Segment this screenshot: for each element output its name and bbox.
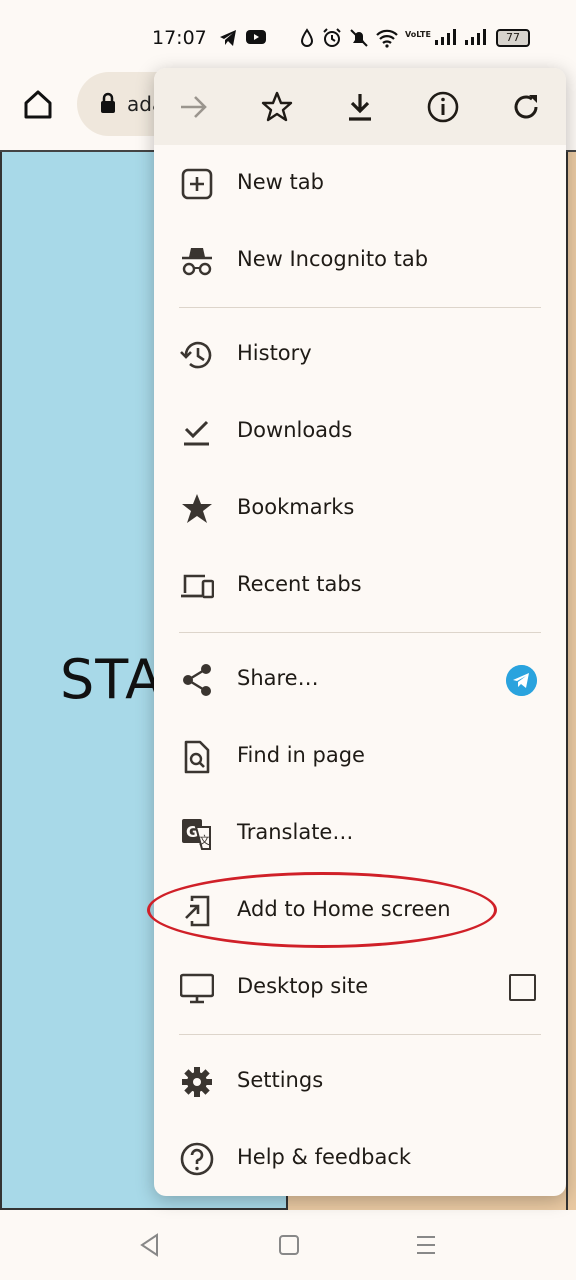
desktop-site-checkbox[interactable] bbox=[509, 974, 536, 1001]
menu-item-history[interactable]: History bbox=[154, 319, 566, 391]
menu-item-label: Settings bbox=[237, 1068, 324, 1092]
menu-item-translate[interactable]: G文 Translate… bbox=[154, 798, 566, 870]
page-heading-partial: STA bbox=[60, 648, 164, 711]
add-to-home-icon bbox=[185, 895, 210, 927]
menu-item-settings[interactable]: Settings bbox=[154, 1046, 566, 1118]
translate-icon: G文 bbox=[182, 819, 211, 850]
menu-item-help-feedback[interactable]: Help & feedback bbox=[154, 1123, 566, 1195]
menu-item-label: Desktop site bbox=[237, 974, 369, 998]
recents-nav-icon[interactable] bbox=[414, 1232, 438, 1258]
incognito-icon bbox=[182, 248, 212, 276]
downloads-icon bbox=[184, 420, 209, 446]
menu-item-label: History bbox=[237, 341, 312, 365]
find-in-page-icon bbox=[184, 740, 210, 774]
menu-divider bbox=[179, 1034, 541, 1035]
svg-text:文: 文 bbox=[199, 833, 210, 847]
signal-icon-2 bbox=[465, 29, 486, 45]
menu-item-add-to-home-screen[interactable]: Add to Home screen bbox=[154, 875, 566, 947]
home-icon[interactable] bbox=[18, 84, 58, 124]
settings-icon bbox=[182, 1067, 212, 1097]
menu-item-new-tab[interactable]: New tab bbox=[154, 148, 566, 220]
menu-item-find-in-page[interactable]: Find in page bbox=[154, 721, 566, 793]
bookmark-star-icon[interactable] bbox=[260, 90, 294, 124]
bookmarks-icon bbox=[182, 494, 212, 523]
menu-item-label: Recent tabs bbox=[237, 572, 362, 596]
battery-icon: 77 bbox=[496, 29, 530, 47]
menu-item-bookmarks[interactable]: Bookmarks bbox=[154, 473, 566, 545]
download-icon[interactable] bbox=[343, 90, 377, 124]
signal-icon bbox=[435, 29, 456, 45]
back-nav-icon[interactable] bbox=[138, 1232, 162, 1258]
battery-level: 77 bbox=[506, 31, 520, 44]
menu-item-share[interactable]: Share… bbox=[154, 644, 566, 716]
page-right-edge bbox=[566, 152, 576, 1210]
menu-item-desktop-site[interactable]: Desktop site bbox=[154, 952, 566, 1024]
menu-item-new-incognito-tab[interactable]: New Incognito tab bbox=[154, 225, 566, 297]
system-nav-bar bbox=[0, 1210, 576, 1280]
menu-top-actions bbox=[154, 68, 566, 145]
drop-icon bbox=[300, 28, 314, 47]
menu-item-label: New Incognito tab bbox=[237, 247, 429, 271]
status-time: 17:07 bbox=[152, 27, 207, 49]
telegram-share-icon[interactable] bbox=[506, 665, 537, 696]
mute-icon bbox=[350, 29, 368, 47]
menu-divider bbox=[179, 632, 541, 633]
menu-item-label: Find in page bbox=[237, 743, 365, 767]
menu-item-label: Share… bbox=[237, 666, 319, 690]
browser-overflow-menu: New tab New Incognito tab History Downlo… bbox=[154, 68, 566, 1196]
recent-tabs-icon bbox=[181, 574, 214, 599]
menu-item-label: Bookmarks bbox=[237, 495, 355, 519]
menu-item-label: New tab bbox=[237, 170, 324, 194]
menu-item-recent-tabs[interactable]: Recent tabs bbox=[154, 550, 566, 622]
reload-icon[interactable] bbox=[509, 90, 543, 124]
status-bar: 17:07 VoLTE 77 bbox=[0, 0, 576, 70]
home-nav-icon[interactable] bbox=[277, 1232, 301, 1258]
alarm-icon bbox=[323, 28, 341, 47]
youtube-icon bbox=[246, 30, 266, 44]
lock-icon bbox=[101, 92, 115, 113]
volte-label: VoLTE bbox=[405, 30, 431, 39]
wifi-icon bbox=[376, 29, 398, 48]
telegram-icon bbox=[220, 30, 236, 46]
history-icon bbox=[180, 341, 212, 369]
help-icon bbox=[180, 1142, 214, 1176]
menu-item-label: Add to Home screen bbox=[237, 897, 451, 921]
menu-item-downloads[interactable]: Downloads bbox=[154, 396, 566, 468]
desktop-icon bbox=[180, 973, 214, 1004]
forward-icon[interactable] bbox=[177, 90, 211, 124]
new-tab-icon bbox=[181, 168, 213, 200]
menu-divider bbox=[179, 307, 541, 308]
share-icon bbox=[183, 664, 211, 696]
info-icon[interactable] bbox=[426, 90, 460, 124]
menu-item-label: Downloads bbox=[237, 418, 353, 442]
menu-item-label: Help & feedback bbox=[237, 1145, 412, 1169]
menu-item-label: Translate… bbox=[237, 820, 354, 844]
